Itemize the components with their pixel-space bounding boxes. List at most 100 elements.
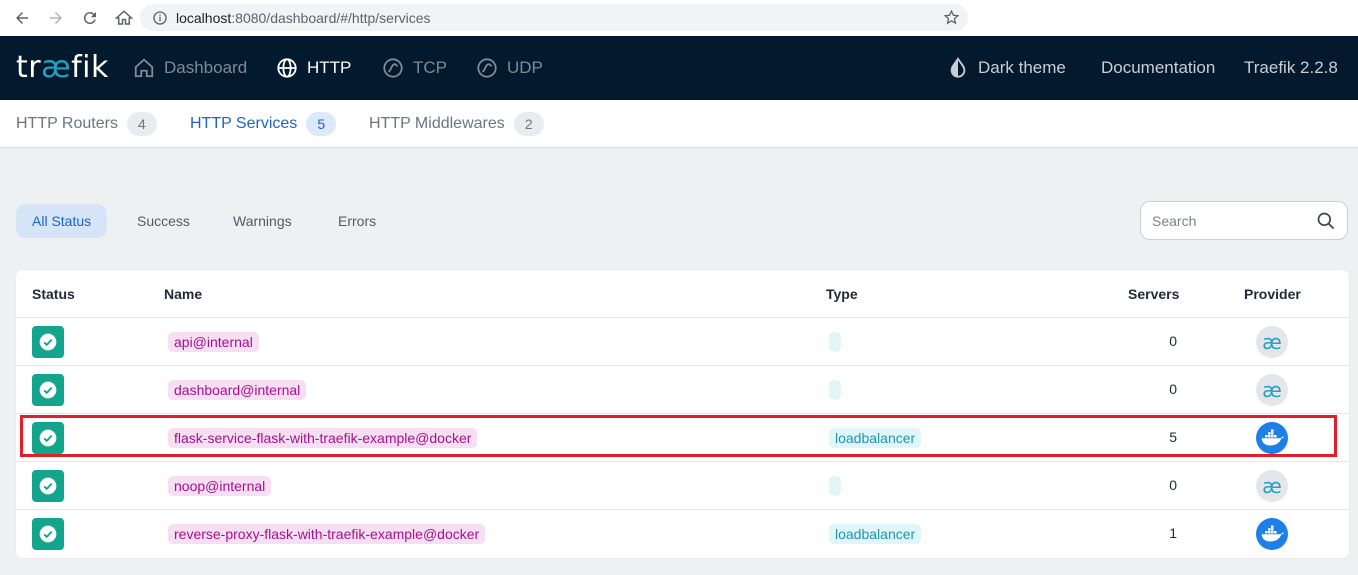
arrow-right-icon [50, 12, 62, 24]
nav-udp-label: UDP [507, 58, 543, 77]
network-icon [477, 58, 497, 78]
status-success-badge [32, 470, 64, 502]
status-success-badge [32, 374, 64, 406]
nav-tcp[interactable]: TCP [382, 36, 447, 100]
check-circle-icon [39, 477, 57, 495]
check-circle-icon [39, 381, 57, 399]
traefik-logo[interactable]: træfik [16, 50, 109, 85]
service-name: api@internal [168, 332, 259, 352]
documentation-label: Documentation [1101, 58, 1216, 77]
table-row[interactable]: flask-service-flask-with-traefik-example… [16, 414, 1349, 462]
table-row[interactable]: noop@internal 0 æ [16, 462, 1349, 510]
check-circle-icon [39, 429, 57, 447]
provider-glyph: æ [1262, 378, 1282, 402]
tab-label: HTTP Routers [16, 115, 118, 132]
http-subtabs: HTTP Routers 4 HTTP Services 5 HTTP Midd… [0, 100, 1358, 148]
column-header-provider[interactable]: Provider [1244, 286, 1301, 302]
servers-count: 5 [1169, 429, 1177, 445]
service-type [829, 332, 841, 352]
info-icon[interactable] [152, 10, 168, 26]
home-icon [115, 10, 133, 25]
logo-text-start: tr [16, 50, 42, 85]
servers-count: 0 [1169, 381, 1177, 397]
column-header-name[interactable]: Name [164, 286, 202, 302]
service-name: dashboard@internal [168, 380, 307, 400]
address-bar[interactable]: localhost:8080/dashboard/#/http/services [140, 4, 968, 31]
version-text: Traefik 2.2.8 [1244, 58, 1338, 77]
version-label: Traefik 2.2.8 [1244, 36, 1338, 100]
servers-count: 0 [1169, 333, 1177, 349]
nav-tcp-label: TCP [413, 58, 447, 77]
internal-provider-icon: æ [1256, 326, 1288, 358]
tab-count-badge: 5 [306, 112, 337, 136]
home-icon [134, 58, 154, 78]
browser-toolbar: localhost:8080/dashboard/#/http/services [0, 0, 1358, 36]
url-path: :8080/dashboard/#/http/services [231, 9, 431, 26]
check-circle-icon [39, 333, 57, 351]
tab-http-middlewares[interactable]: HTTP Middlewares 2 [369, 100, 544, 148]
provider-glyph: æ [1262, 474, 1282, 498]
docker-provider-icon [1256, 518, 1288, 550]
drop-icon [950, 57, 966, 78]
table-header: Status Name Type Servers Provider [16, 270, 1349, 318]
globe-icon [277, 58, 297, 78]
back-button[interactable] [6, 2, 38, 34]
check-circle-icon [39, 525, 57, 543]
dark-theme-label: Dark theme [978, 58, 1066, 77]
tab-count-badge: 2 [513, 112, 544, 136]
search-box[interactable] [1140, 201, 1348, 240]
internal-provider-icon: æ [1256, 374, 1288, 406]
arrow-left-icon [16, 12, 28, 24]
nav-http[interactable]: HTTP [276, 36, 351, 100]
search-icon[interactable] [1316, 211, 1336, 231]
nav-dashboard[interactable]: Dashboard [133, 36, 247, 100]
service-name: noop@internal [168, 476, 272, 496]
forward-button[interactable] [40, 2, 72, 34]
status-success-badge [32, 422, 64, 454]
service-type: loadbalancer [829, 524, 922, 544]
url-host: localhost [176, 9, 232, 26]
home-button[interactable] [108, 2, 140, 34]
service-name: reverse-proxy-flask-with-traefik-example… [168, 524, 486, 544]
network-icon [383, 58, 403, 78]
filter-warnings[interactable]: Warnings [217, 204, 308, 238]
column-header-status[interactable]: Status [32, 286, 75, 302]
provider-glyph: æ [1262, 330, 1282, 354]
column-header-type[interactable]: Type [826, 286, 858, 302]
service-name: flask-service-flask-with-traefik-example… [168, 428, 478, 448]
servers-count: 1 [1169, 525, 1177, 541]
servers-count: 0 [1169, 477, 1177, 493]
internal-provider-icon: æ [1256, 470, 1288, 502]
tab-http-routers[interactable]: HTTP Routers 4 [16, 100, 157, 148]
table-row[interactable]: reverse-proxy-flask-with-traefik-example… [16, 510, 1349, 558]
filter-success[interactable]: Success [121, 204, 206, 238]
nav-http-label: HTTP [307, 58, 352, 77]
service-type [829, 380, 841, 400]
docker-provider-icon [1256, 422, 1288, 454]
search-input[interactable] [1152, 212, 1312, 229]
services-table: Status Name Type Servers Provider api@in… [16, 270, 1349, 558]
column-header-servers[interactable]: Servers [1128, 286, 1179, 302]
tab-http-services[interactable]: HTTP Services 5 [190, 100, 337, 148]
documentation-link[interactable]: Documentation [1101, 36, 1215, 100]
logo-text-ae: æ [41, 50, 72, 85]
nav-udp[interactable]: UDP [476, 36, 543, 100]
filter-errors[interactable]: Errors [322, 204, 392, 238]
reload-button[interactable] [74, 2, 106, 34]
filter-all-status[interactable]: All Status [16, 204, 108, 238]
reload-icon [83, 12, 96, 25]
dark-theme-toggle[interactable]: Dark theme [947, 36, 1066, 100]
service-type: loadbalancer [829, 428, 922, 448]
star-icon[interactable] [943, 9, 960, 26]
tab-label: HTTP Services [190, 115, 298, 132]
logo-text-end: fik [71, 50, 109, 85]
docker-whale-icon [1261, 525, 1284, 542]
nav-dashboard-label: Dashboard [164, 58, 248, 77]
top-navigation: træfik Dashboard HTTP TCP UDP Dark theme… [0, 36, 1358, 100]
service-type [829, 476, 841, 496]
tab-count-badge: 4 [126, 112, 157, 136]
table-row[interactable]: dashboard@internal 0 æ [16, 366, 1349, 414]
docker-whale-icon [1261, 429, 1284, 446]
status-success-badge [32, 518, 64, 550]
table-row[interactable]: api@internal 0 æ [16, 318, 1349, 366]
